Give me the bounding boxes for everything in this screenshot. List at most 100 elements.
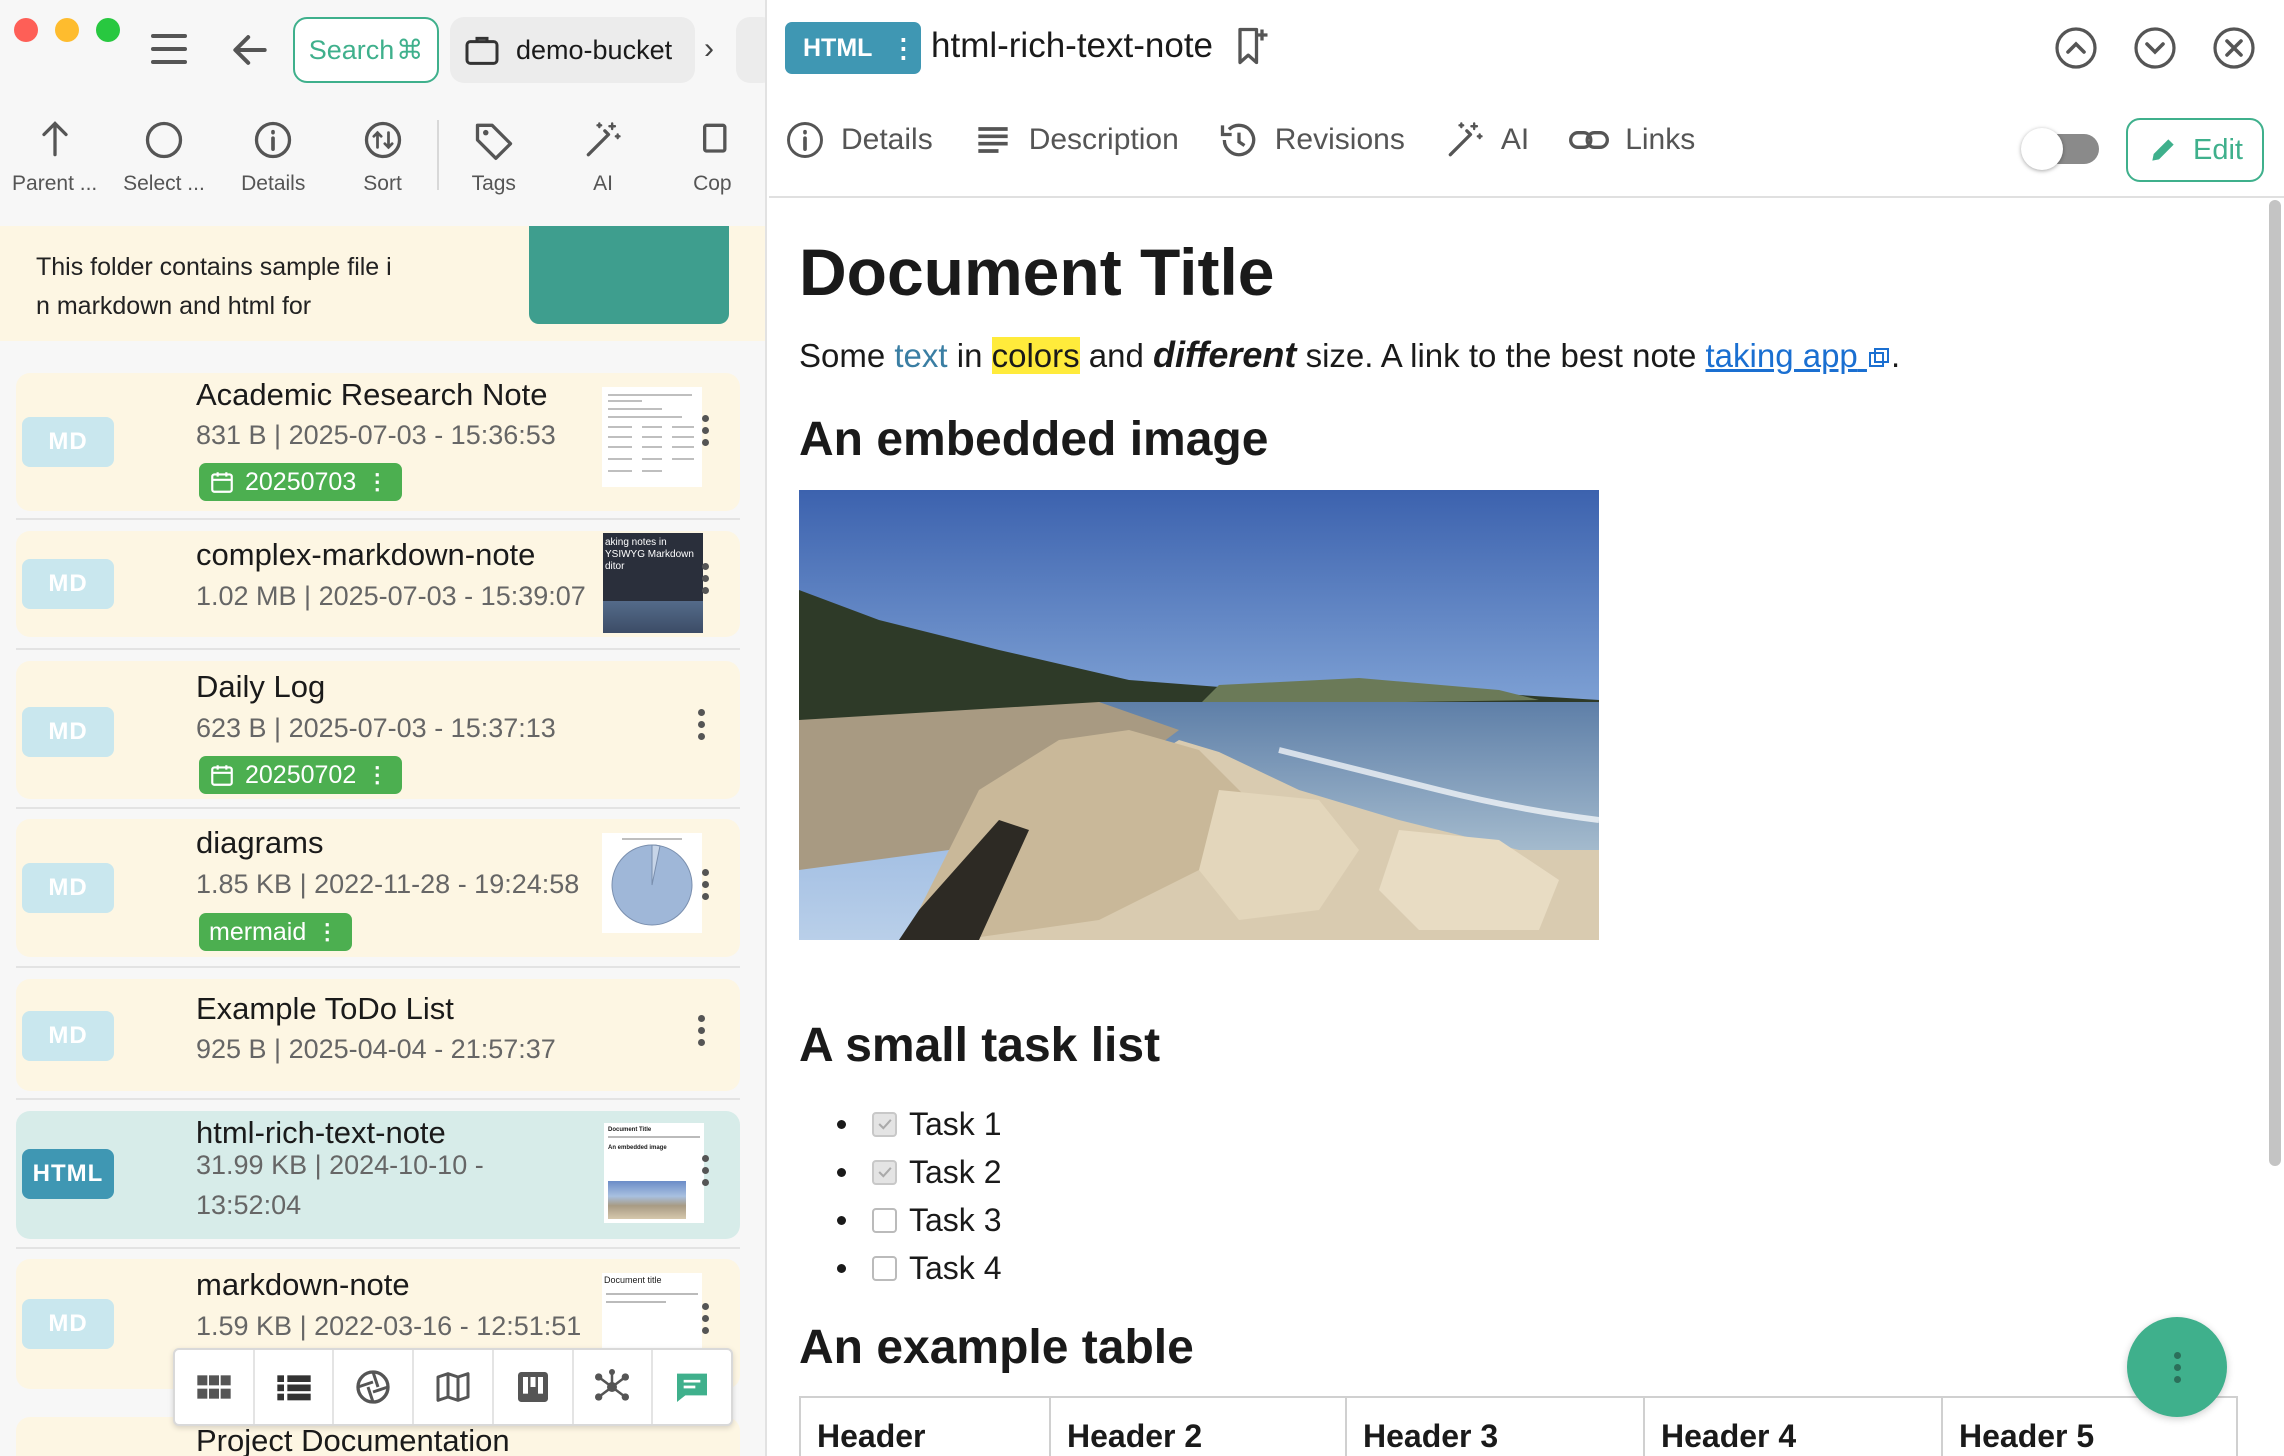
magic-wand-icon	[586, 122, 621, 157]
tab-links[interactable]: Links	[1567, 118, 1695, 162]
list-item: Task 2	[837, 1148, 1001, 1196]
details-button[interactable]: Details	[219, 112, 328, 196]
section-heading: An embedded image	[799, 413, 1269, 466]
file-type-badge: MD	[22, 1299, 114, 1349]
tag-label: mermaid	[209, 917, 307, 946]
list-item[interactable]: MD Example ToDo List 925 B | 2025-04-04 …	[16, 979, 740, 1091]
tag-menu-icon[interactable]: ⋮	[366, 469, 388, 495]
kanban-view-button[interactable]	[494, 1350, 574, 1424]
task-checkbox[interactable]	[872, 1255, 897, 1281]
highlighted-text: colors	[991, 337, 1080, 374]
list-item[interactable]: MD Academic Research Note 831 B | 2025-0…	[16, 373, 740, 511]
document-heading: Document Title	[799, 235, 1275, 309]
example-table: Header Header 2 Header 3 Header 4 Header…	[799, 1396, 2238, 1456]
grid-view-button[interactable]	[175, 1350, 255, 1424]
tab-revisions[interactable]: Revisions	[1217, 118, 1405, 162]
sort-button[interactable]: Sort	[328, 112, 437, 196]
kanban-icon	[517, 1372, 548, 1402]
task-label: Task 3	[909, 1201, 1002, 1238]
gallery-view-button[interactable]	[334, 1350, 415, 1424]
more-menu-icon[interactable]	[700, 563, 710, 594]
tab-label: Revisions	[1274, 123, 1405, 156]
ai-button[interactable]: AI	[548, 112, 657, 196]
file-meta: 31.99 KB | 2024-10-10 - 13:52:04	[196, 1150, 484, 1220]
back-arrow-icon[interactable]	[228, 28, 272, 72]
arrow-up-icon	[41, 121, 68, 157]
list-divider	[16, 648, 740, 650]
list-divider	[16, 1247, 740, 1249]
previous-document-icon[interactable]	[2052, 24, 2100, 72]
more-menu-icon[interactable]	[696, 1015, 706, 1046]
search-button[interactable]: Search ⌘	[293, 17, 439, 83]
tab-description[interactable]: Description	[971, 118, 1179, 162]
map-view-button[interactable]	[414, 1350, 494, 1424]
list-item-selected[interactable]: HTML html-rich-text-note 31.99 KB | 2024…	[16, 1111, 740, 1239]
file-thumbnail: aking notes in YSIWYG Markdown ditor	[603, 533, 703, 633]
task-checkbox[interactable]	[872, 1207, 897, 1233]
info-icon	[255, 121, 292, 159]
tag-chip[interactable]: mermaid ⋮	[199, 913, 353, 951]
more-menu-icon[interactable]	[696, 709, 706, 740]
breadcrumb-more-button[interactable]	[736, 17, 765, 83]
list-view-button[interactable]	[255, 1350, 335, 1424]
tag-chip[interactable]: 20250702 ⋮	[199, 756, 403, 794]
table-header-cell: Header 3	[1347, 1398, 1645, 1456]
more-menu-icon[interactable]	[700, 1155, 710, 1186]
maximize-window-button[interactable]	[96, 18, 120, 42]
tags-button[interactable]: Tags	[439, 112, 548, 196]
search-label: Search	[308, 34, 395, 65]
document-content: Document Title Some text in colors and d…	[799, 200, 2239, 1456]
more-menu-icon[interactable]	[700, 415, 710, 446]
task-checkbox[interactable]	[872, 1159, 897, 1185]
info-icon	[787, 122, 823, 158]
minimize-window-button[interactable]	[55, 18, 79, 42]
tab-ai[interactable]: AI	[1443, 118, 1529, 162]
chat-view-button[interactable]	[653, 1350, 731, 1424]
tag-label: 20250702	[245, 760, 357, 789]
bookmark-add-icon[interactable]	[1229, 24, 1273, 68]
document-type-badge[interactable]: HTML ⋮	[785, 22, 921, 74]
tab-details[interactable]: Details	[783, 118, 933, 162]
bullet	[837, 1119, 846, 1129]
tag-menu-icon[interactable]: ⋮	[316, 919, 338, 945]
edit-label: Edit	[2193, 133, 2243, 166]
list-item[interactable]: MD complex-markdown-note 1.02 MB | 2025-…	[16, 531, 740, 637]
close-window-button[interactable]	[14, 18, 38, 42]
select-button[interactable]: Select ...	[109, 112, 218, 196]
list-item[interactable]: MD Daily Log 623 B | 2025-07-03 - 15:37:…	[16, 661, 740, 799]
menu-icon[interactable]	[148, 30, 190, 68]
next-document-icon[interactable]	[2131, 24, 2179, 72]
list-item[interactable]: MD diagrams 1.85 KB | 2022-11-28 - 19:24…	[16, 819, 740, 957]
edit-button[interactable]: Edit	[2126, 118, 2264, 182]
file-meta: 623 B | 2025-07-03 - 15:37:13	[196, 713, 556, 743]
tag-chip[interactable]: 20250703 ⋮	[199, 463, 403, 501]
task-checkbox[interactable]	[872, 1111, 897, 1137]
type-label: HTML	[803, 33, 873, 62]
copy-button[interactable]: Cop	[658, 112, 765, 196]
floating-action-button[interactable]	[2127, 1317, 2227, 1417]
file-type-badge: MD	[22, 559, 114, 609]
external-link[interactable]: taking app	[1706, 337, 1891, 374]
text-lines-icon	[978, 127, 1008, 153]
bucket-breadcrumb-button[interactable]: demo-bucket	[450, 17, 695, 83]
parent-folder-button[interactable]: Parent ...	[0, 112, 109, 196]
history-icon	[1220, 123, 1256, 157]
file-meta: 831 B | 2025-07-03 - 15:36:53	[196, 420, 556, 450]
preview-toggle[interactable]	[2021, 128, 2099, 170]
thumbnail-text: aking notes in YSIWYG Markdown ditor	[605, 537, 694, 572]
file-type-badge: MD	[22, 417, 114, 467]
text-run: .	[1890, 337, 1901, 374]
file-meta: 1.02 MB | 2025-07-03 - 15:39:07	[196, 581, 586, 611]
close-document-icon[interactable]	[2210, 24, 2258, 72]
more-menu-icon[interactable]	[700, 869, 710, 900]
tag-menu-icon[interactable]: ⋮	[366, 762, 388, 788]
copy-icon	[703, 123, 727, 153]
list-divider	[16, 1098, 740, 1100]
file-type-badge: MD	[22, 707, 114, 757]
content-scrollbar[interactable]	[2269, 200, 2281, 1166]
document-title: html-rich-text-note	[931, 26, 1214, 65]
task-list: Task 1 Task 2 Task 3 Task 4	[837, 1100, 1001, 1292]
more-menu-icon[interactable]	[700, 1303, 710, 1334]
text-run: Some	[799, 337, 895, 374]
graph-view-button[interactable]	[574, 1350, 654, 1424]
